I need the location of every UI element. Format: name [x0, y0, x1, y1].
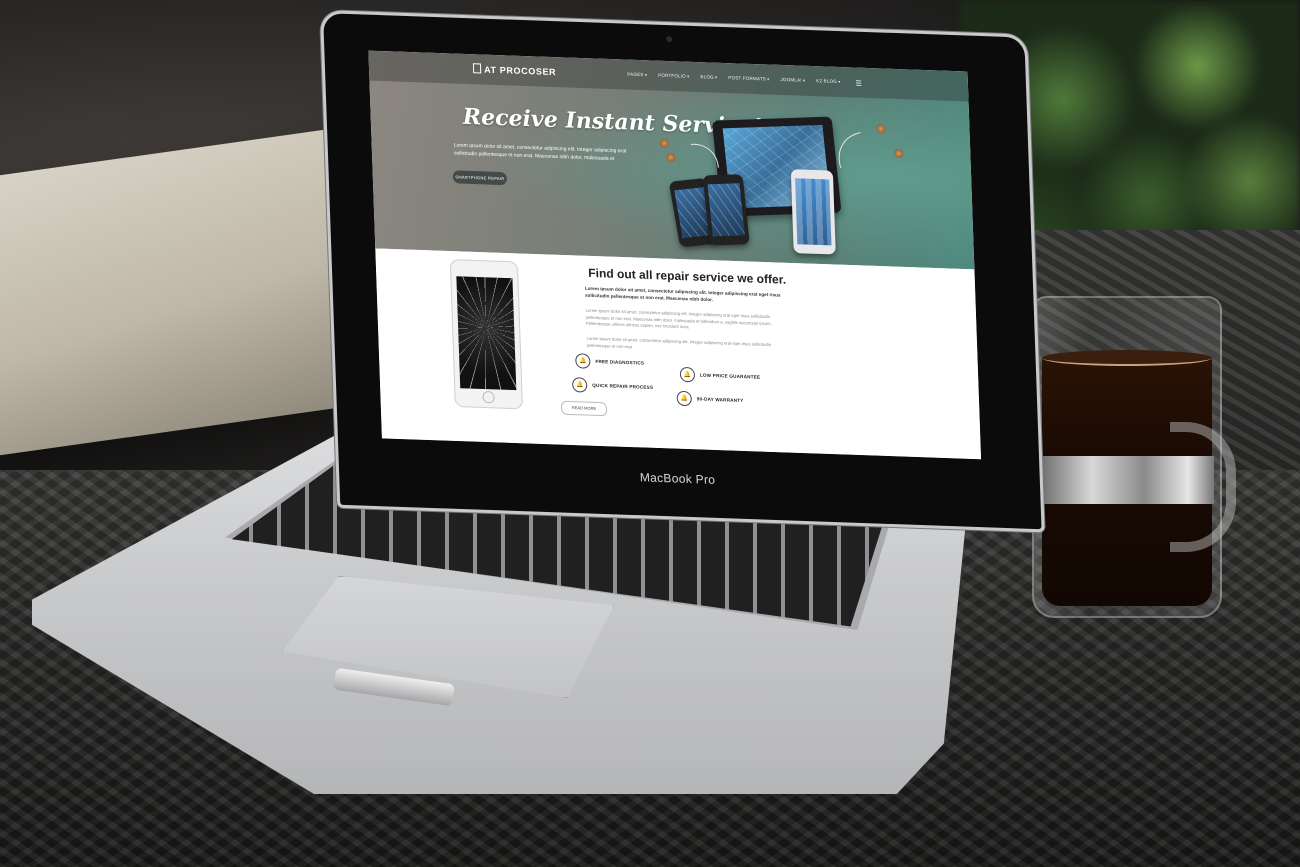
feature-label: QUICK REPAIR PROCESS	[592, 382, 654, 390]
laptop-lid: AT PROCOSER PAGES PORTFOLIO BLOG POST FO…	[319, 9, 1045, 533]
nav-item-joomla[interactable]: JOOMLA!	[780, 77, 805, 86]
section-paragraph: Lorem ipsum dolor sit amet, consectetur …	[586, 335, 772, 349]
site-logo[interactable]: AT PROCOSER	[472, 63, 557, 78]
section-title: Find out all repair service we offer.	[588, 265, 787, 287]
nav-item-k2-blog[interactable]: K2 BLOG	[816, 78, 841, 87]
earphone-cable	[827, 118, 921, 210]
section-lead: Lorem ipsum dolor sit amet, consectetur …	[584, 285, 781, 302]
site-nav: PAGES PORTFOLIO BLOG POST FORMATS JOOMLA…	[627, 72, 862, 88]
hero-banner: AT PROCOSER PAGES PORTFOLIO BLOG POST FO…	[368, 50, 975, 270]
bell-icon: 🔔	[571, 377, 588, 393]
coffee-surface	[1042, 350, 1212, 366]
hero-title: Receive Instant Service!	[462, 103, 763, 141]
site-logo-text: AT PROCOSER	[483, 64, 557, 78]
photo-scene: AT PROCOSER PAGES PORTFOLIO BLOG POST FO…	[0, 0, 1300, 867]
nav-item-pages[interactable]: PAGES	[627, 72, 647, 81]
broken-iphone-image	[449, 259, 524, 410]
services-section: Find out all repair service we offer. Lo…	[375, 248, 982, 460]
hero-text: Lorem ipsum dolor sit amet, consectetur …	[453, 142, 627, 162]
bell-icon: 🔔	[679, 366, 696, 383]
phone-screen	[795, 178, 832, 246]
home-button	[482, 390, 495, 404]
earbud-icon	[659, 138, 669, 148]
macbook-pro-label: MacBook Pro	[639, 470, 716, 487]
nav-item-blog[interactable]: BLOG	[700, 74, 717, 83]
bell-icon: 🔔	[575, 353, 591, 369]
feature-quick-repair: 🔔 QUICK REPAIR PROCESS	[571, 377, 654, 395]
menu-icon[interactable]: ☰	[855, 80, 862, 88]
logo-icon	[472, 63, 482, 74]
site-navbar: AT PROCOSER PAGES PORTFOLIO BLOG POST FO…	[368, 50, 969, 102]
broken-screen	[456, 276, 517, 391]
laptop-screen: AT PROCOSER PAGES PORTFOLIO BLOG POST FO…	[368, 50, 982, 460]
phone-screen	[707, 183, 745, 237]
feature-label: LOW PRICE GUARANTEE	[699, 372, 761, 380]
nav-item-portfolio[interactable]: PORTFOLIO	[658, 73, 690, 82]
read-more-button[interactable]: READ MORE	[560, 400, 608, 417]
section-paragraph: Lorem ipsum dolor sit amet, consectetur …	[585, 307, 772, 330]
feature-label: FREE DIAGNOSTICS	[595, 358, 645, 366]
feature-free-diagnostics: 🔔 FREE DIAGNOSTICS	[575, 353, 644, 370]
bell-icon: 🔔	[676, 390, 693, 407]
feature-label: 90-DAY WARRANTY	[696, 396, 744, 404]
feature-low-price-guarantee: 🔔 LOW PRICE GUARANTEE	[679, 366, 761, 385]
feature-90-day-warranty: 🔔 90-DAY WARRANTY	[676, 390, 744, 408]
nav-item-post-formats[interactable]: POST FORMATS	[728, 75, 769, 84]
white-phone-image	[790, 169, 836, 255]
camera-icon	[666, 36, 673, 43]
smartphone-repair-button[interactable]: SMARTPHONE REPAIR	[452, 170, 508, 186]
